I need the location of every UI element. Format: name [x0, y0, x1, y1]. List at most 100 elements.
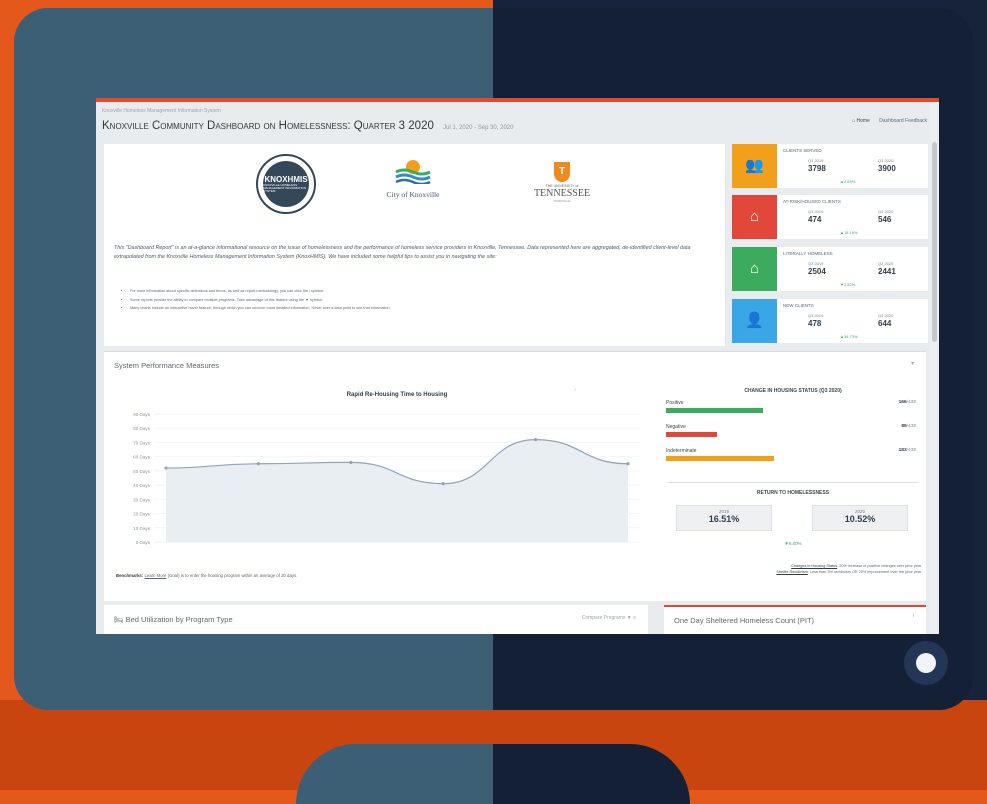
ut-shield-icon: T: [554, 162, 570, 182]
page-title: Knoxville Community Dashboard on Homeles…: [102, 120, 513, 132]
intro-text: This "Dashboard Report" is an at-a-glanc…: [114, 245, 691, 260]
note-link[interactable]: Shelter Recidivism: [776, 570, 807, 574]
top-bar: Knoxville Homeless Management Informatio…: [96, 102, 939, 140]
return-box-2019: 2019 16.51%: [676, 505, 772, 531]
rrh-chart: Rapid Re-Housing Time to Housing 0 Days 10…: [110, 382, 650, 566]
breadcrumb[interactable]: Knoxville Homeless Management Informatio…: [102, 108, 221, 114]
kpi-literally-homeless[interactable]: ⌂ LITERALLY HOMELESS Q3 2019 2504 Q3 202…: [732, 247, 928, 291]
return-change: ▼6.00%: [784, 541, 802, 546]
chart-title: Rapid Re-Housing Time to Housing: [347, 392, 448, 398]
bed-utilization-panel: 🛏 Bed Utilization by Program Type Compar…: [104, 605, 648, 634]
panel-title: 🛏 Bed Utilization by Program Type: [114, 615, 233, 624]
benchmark-label: Benchmarks:: [116, 573, 144, 578]
y-tick-label: 40 Days: [133, 483, 151, 488]
kpi-year-2: Q3 2020: [878, 158, 894, 163]
note-text: : 20% increase in positive changes over …: [837, 564, 922, 568]
kpi-value-2: 3900: [878, 164, 896, 173]
tip-item: Some reports provide the ability to comp…: [130, 296, 720, 305]
housing-notes: Changes in Housing Status: 20% increase …: [696, 563, 922, 575]
note-text: : Less than 5% recidivism OR 20% improve…: [807, 570, 922, 574]
note-link[interactable]: Changes in Housing Status: [791, 564, 837, 568]
benchmark-link[interactable]: Learn More: [144, 573, 166, 578]
data-point: [534, 438, 538, 442]
kpi-change: ▲34.73%: [840, 334, 858, 339]
rrh-chart-svg: Rapid Re-Housing Time to Housing 0 Days 10…: [133, 392, 640, 545]
data-point: [164, 466, 168, 470]
kpi-change: ▲2.69%: [840, 179, 856, 184]
home-icon: ⌂: [852, 118, 856, 124]
city-of-knoxville-logo: City of Knoxville: [368, 158, 458, 218]
kpi-label: NEW CLIENTS: [783, 303, 814, 308]
housing-status-title: CHANGE IN HOUSING STATUS (Q3 2020): [744, 388, 842, 394]
info-icon[interactable]: i: [913, 613, 914, 619]
nav-feedback[interactable]: Dashboard Feedback: [879, 118, 927, 124]
home-icon: ⌂: [732, 195, 777, 239]
y-tick-label: 70 Days: [133, 440, 151, 445]
users-icon: 👥: [732, 144, 777, 188]
tips-list: For more information about specific defi…: [122, 287, 720, 313]
bed-icon: 🛏: [114, 615, 124, 624]
return-title: RETURN TO HOMELESSNESS: [756, 490, 830, 496]
dashboard-screen: Knoxville Homeless Management Informatio…: [96, 98, 939, 634]
scrollbar-thumb[interactable]: [932, 142, 937, 342]
housing-status-name: Indeterminate: [666, 448, 697, 454]
power-button-icon[interactable]: [904, 641, 948, 685]
kpi-label: AT-RISK/HOUSED CLIENTS: [783, 199, 841, 204]
y-tick-label: 60 Days: [133, 455, 151, 460]
ut-knoxville-logo: T THE UNIVERSITY of TENNESSEE KNOXVILLE: [520, 162, 604, 222]
housing-status-bar: [666, 432, 717, 437]
data-point: [441, 482, 445, 486]
compare-programs-control[interactable]: Compare Programs ▼ ≡: [582, 615, 636, 621]
chart-menu-icon[interactable]: ≡: [574, 387, 630, 392]
housing-status-name: Positive: [666, 400, 684, 406]
tip-item: For more information about specific defi…: [130, 287, 720, 296]
housing-status-name: Negative: [666, 424, 686, 430]
top-nav: ⌂ Home Dashboard Feedback: [852, 118, 927, 124]
return-value: 10.52%: [844, 514, 876, 524]
y-tick-label: 10 Days: [133, 526, 151, 531]
kpi-year-1: Q3 2019: [808, 313, 824, 318]
benchmark-note: Benchmarks: Learn More (Goal) is to ente…: [116, 573, 456, 578]
divider: [668, 482, 918, 483]
kpi-new-clients[interactable]: 👤 NEW CLIENTS Q3 2019 478 Q3 2020 644 ▲3…: [732, 299, 928, 343]
housing-status-count: 166/438: [898, 400, 916, 405]
y-tick-label: 30 Days: [133, 497, 151, 502]
housing-status-row[interactable]: Indeterminate 183/438: [666, 448, 922, 464]
kpi-label: LITERALLY HOMELESS: [783, 251, 833, 256]
y-tick-label: 20 Days: [133, 512, 151, 517]
pit-count-panel: One Day Sheltered Homeless Count (PIT) i: [664, 605, 926, 634]
panel-title: System Performance Measures: [114, 361, 220, 370]
data-point: [626, 462, 630, 466]
city-logo-text: City of Knoxville: [386, 190, 440, 199]
housing-status-bar: [666, 408, 763, 413]
y-tick-label: 90 Days: [133, 412, 151, 417]
ut-logo-main: TENNESSEE: [533, 188, 591, 199]
kpi-clients-served[interactable]: 👥 CLIENTS SERVED Q3 2019 3798 Q3 2020 39…: [732, 144, 928, 188]
housing-status-bar: [666, 456, 774, 461]
collapse-icon[interactable]: ▾: [911, 360, 914, 367]
kpi-year-1: Q3 2019: [808, 209, 824, 214]
series-area: [166, 439, 628, 542]
bed-title: Bed Utilization by Program Type: [125, 615, 233, 624]
ut-logo-bottom: KNOXVILLE: [553, 199, 571, 203]
nav-home[interactable]: ⌂ Home: [852, 118, 870, 124]
intro-panel: KNOXHMIS KNOXVILLE HOMELESS MANAGEMENT I…: [104, 144, 725, 346]
note-line: Shelter Recidivism: Less than 5% recidiv…: [696, 569, 922, 575]
data-point: [256, 462, 260, 466]
kpi-at-risk-housed[interactable]: ⌂ AT-RISK/HOUSED CLIENTS Q3 2019 474 Q3 …: [732, 195, 928, 239]
housing-status-count: 89/438: [901, 424, 916, 429]
y-tick-label: 80 Days: [133, 426, 151, 431]
y-tick-label: 50 Days: [133, 469, 151, 474]
kpi-value-2: 2441: [878, 267, 896, 276]
knoxhmis-logo-subtext: KNOXVILLE HOMELESS MANAGEMENT INFORMATIO…: [263, 182, 307, 193]
kpi-year-1: Q3 2019: [808, 261, 824, 266]
page-title-text: Knoxville Community Dashboard on Homeles…: [102, 120, 434, 132]
nav-home-label: Home: [856, 118, 870, 124]
kpi-change: ▲15.19%: [840, 230, 858, 235]
housing-status-row[interactable]: Negative 89/438: [666, 424, 922, 440]
add-user-icon: 👤: [732, 299, 777, 343]
benchmark-text: (Goal) is to enter the housing program w…: [167, 573, 298, 578]
kpi-change: ▼2.52%: [840, 282, 856, 287]
housing-status-row[interactable]: Positive 166/438: [666, 400, 922, 416]
y-tick-label: 0 Days: [136, 540, 151, 545]
